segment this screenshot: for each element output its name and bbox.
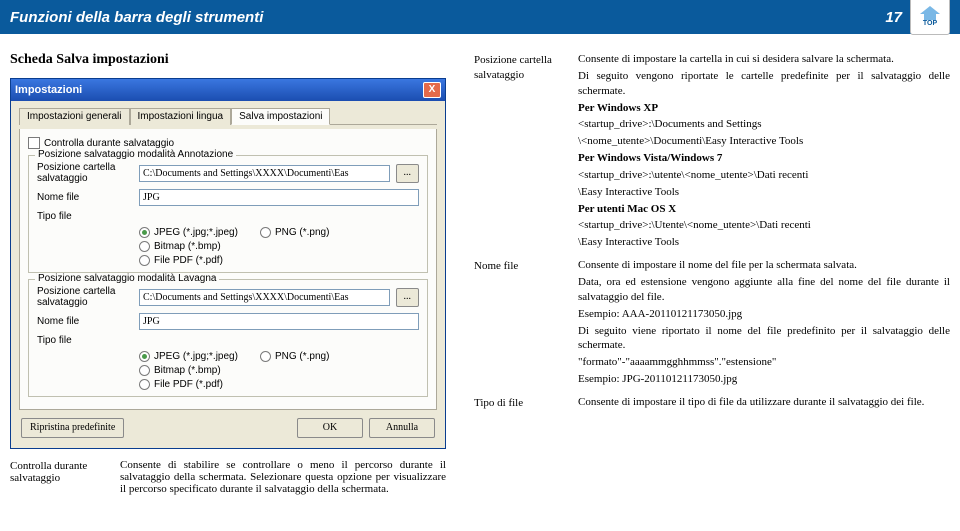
row-filename: Nome file JPG bbox=[37, 189, 419, 206]
filename-input[interactable]: JPG bbox=[139, 313, 419, 330]
row-label: Nome file bbox=[37, 316, 133, 327]
badge-label: TOP bbox=[923, 20, 937, 27]
radio-icon bbox=[139, 227, 150, 238]
left-description-table: Controlla durante salvataggio Consente d… bbox=[10, 459, 446, 495]
filetype-radios: JPEG (*.jpg;*.jpeg) PNG (*.png) Bitmap (… bbox=[37, 351, 419, 390]
right-column: Posizione cartella salvataggio Consente … bbox=[474, 52, 950, 495]
dialog-titlebar: Impostazioni X bbox=[11, 79, 445, 101]
radio-pdf[interactable]: File PDF (*.pdf) bbox=[139, 379, 419, 390]
row-filetype: Tipo file bbox=[37, 211, 419, 222]
radio-icon bbox=[260, 227, 271, 238]
radio-pdf[interactable]: File PDF (*.pdf) bbox=[139, 255, 419, 266]
tab-language[interactable]: Impostazioni lingua bbox=[130, 108, 232, 125]
radio-png[interactable]: PNG (*.png) bbox=[260, 351, 329, 362]
desc-label: Posizione cartella salvataggio bbox=[474, 52, 578, 252]
desc-label: Nome file bbox=[474, 258, 578, 389]
save-folder-input[interactable]: C:\Documents and Settings\XXXX\Documenti… bbox=[139, 165, 390, 182]
ok-button[interactable]: OK bbox=[297, 418, 363, 438]
desc-row: Controlla durante salvataggio Consente d… bbox=[10, 459, 446, 495]
filetype-radios: JPEG (*.jpg;*.jpeg) PNG (*.png) Bitmap (… bbox=[37, 227, 419, 266]
left-column: Scheda Salva impostazioni Impostazioni X… bbox=[10, 52, 460, 495]
section-title: Scheda Salva impostazioni bbox=[10, 52, 460, 68]
tab-save[interactable]: Salva impostazioni bbox=[231, 108, 330, 125]
desc-row-filename: Nome file Consente di impostare il nome … bbox=[474, 258, 950, 389]
checkbox-icon bbox=[28, 137, 40, 149]
fieldset-legend: Posizione salvataggio modalità Annotazio… bbox=[35, 149, 236, 160]
desc-label: Tipo di file bbox=[474, 395, 578, 411]
radio-icon bbox=[260, 351, 271, 362]
radio-jpeg[interactable]: JPEG (*.jpg;*.jpeg) bbox=[139, 227, 238, 238]
close-button[interactable]: X bbox=[423, 82, 441, 98]
settings-dialog: Impostazioni X Impostazioni generali Imp… bbox=[10, 78, 446, 449]
restore-button[interactable]: Ripristina predefinite bbox=[21, 418, 124, 438]
radio-icon bbox=[139, 379, 150, 390]
house-icon bbox=[920, 6, 940, 20]
header-title: Funzioni della barra degli strumenti bbox=[10, 9, 885, 26]
page-number: 17 bbox=[885, 9, 902, 26]
dialog-tabs: Impostazioni generali Impostazioni lingu… bbox=[19, 107, 437, 125]
row-label: Posizione cartella salvataggio bbox=[37, 162, 133, 184]
fieldset-whiteboard: Posizione salvataggio modalità Lavagna P… bbox=[28, 279, 428, 397]
desc-text: Consente di stabilire se controllare o m… bbox=[120, 459, 446, 495]
desc-text: Consente di impostare il nome del file p… bbox=[578, 258, 950, 389]
radio-jpeg[interactable]: JPEG (*.jpg;*.jpeg) bbox=[139, 351, 238, 362]
radio-png[interactable]: PNG (*.png) bbox=[260, 227, 329, 238]
desc-row-filetype: Tipo di file Consente di impostare il ti… bbox=[474, 395, 950, 411]
row-label: Posizione cartella salvataggio bbox=[37, 286, 133, 308]
desc-row-position: Posizione cartella salvataggio Consente … bbox=[474, 52, 950, 252]
dialog-buttons: Ripristina predefinite OK Annulla bbox=[19, 410, 437, 440]
desc-text: Consente di impostare la cartella in cui… bbox=[578, 52, 950, 252]
row-filename: Nome file JPG bbox=[37, 313, 419, 330]
radio-icon bbox=[139, 365, 150, 376]
row-label: Nome file bbox=[37, 192, 133, 203]
save-folder-input[interactable]: C:\Documents and Settings\XXXX\Documenti… bbox=[139, 289, 390, 306]
radio-icon bbox=[139, 255, 150, 266]
checkbox-label: Controlla durante salvataggio bbox=[44, 138, 174, 149]
tab-pane: Controlla durante salvataggio Posizione … bbox=[19, 129, 437, 410]
dialog-title: Impostazioni bbox=[15, 84, 423, 96]
radio-bmp[interactable]: Bitmap (*.bmp) bbox=[139, 365, 419, 376]
desc-text: Consente di impostare il tipo di file da… bbox=[578, 395, 950, 411]
tab-general[interactable]: Impostazioni generali bbox=[19, 108, 130, 125]
page-header: Funzioni della barra degli strumenti 17 … bbox=[0, 0, 960, 34]
cancel-button[interactable]: Annulla bbox=[369, 418, 435, 438]
fieldset-legend: Posizione salvataggio modalità Lavagna bbox=[35, 273, 219, 284]
radio-icon bbox=[139, 351, 150, 362]
row-filetype: Tipo file bbox=[37, 335, 419, 346]
radio-icon bbox=[139, 241, 150, 252]
dialog-body: Impostazioni generali Impostazioni lingu… bbox=[11, 101, 445, 448]
row-label: Tipo file bbox=[37, 335, 133, 346]
top-badge[interactable]: TOP bbox=[910, 0, 950, 35]
fieldset-annotation: Posizione salvataggio modalità Annotazio… bbox=[28, 155, 428, 273]
desc-label: Controlla durante salvataggio bbox=[10, 459, 120, 495]
check-control-save[interactable]: Controlla durante salvataggio bbox=[28, 137, 428, 149]
radio-bmp[interactable]: Bitmap (*.bmp) bbox=[139, 241, 419, 252]
browse-button[interactable]: ... bbox=[396, 164, 420, 183]
filename-input[interactable]: JPG bbox=[139, 189, 419, 206]
content-area: Scheda Salva impostazioni Impostazioni X… bbox=[0, 34, 960, 495]
row-save-folder: Posizione cartella salvataggio C:\Docume… bbox=[37, 162, 419, 184]
browse-button[interactable]: ... bbox=[396, 288, 420, 307]
row-save-folder: Posizione cartella salvataggio C:\Docume… bbox=[37, 286, 419, 308]
row-label: Tipo file bbox=[37, 211, 133, 222]
